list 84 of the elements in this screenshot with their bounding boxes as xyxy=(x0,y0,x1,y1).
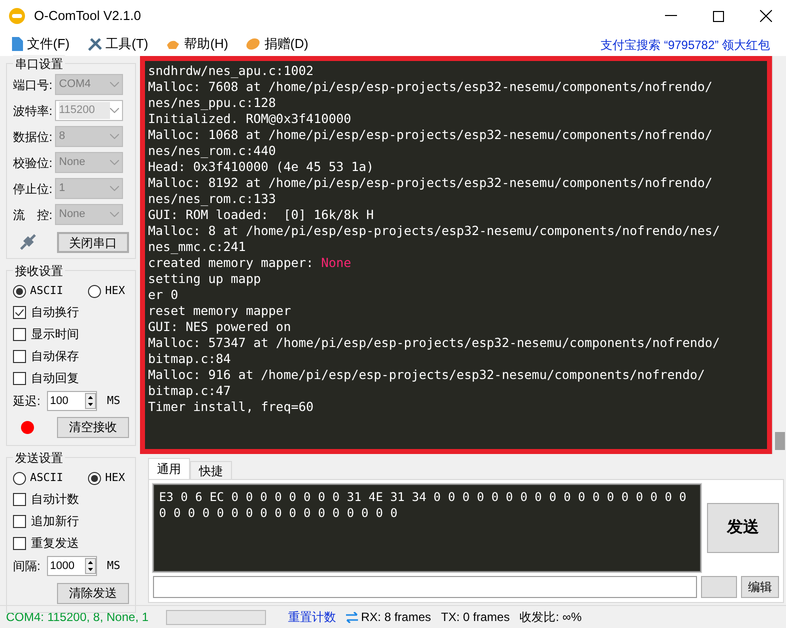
document-icon xyxy=(12,37,23,51)
ratio-text: 收发比: ∞% xyxy=(520,609,582,626)
chevron-down-icon xyxy=(110,108,119,113)
log-line: setting up mapp xyxy=(148,271,262,287)
unit-label: MS xyxy=(107,392,120,409)
log-line: Malloc: 916 at /home/pi/esp/esp-projects/esp32-nesemu/components/nofrendo/ xyxy=(148,367,706,383)
chevron-down-icon xyxy=(110,82,119,87)
maximize-icon[interactable] xyxy=(713,10,724,22)
checkbox[interactable]: 自动计数 xyxy=(13,488,129,510)
field-label: 停止位: xyxy=(13,180,54,198)
send-button[interactable]: 发送 xyxy=(707,503,779,553)
log-line: bitmap.c:84 xyxy=(148,351,232,367)
chevron-down-icon xyxy=(110,160,119,165)
tab[interactable]: 快捷 xyxy=(190,461,232,479)
port-status: COM4: 115200, 8, None, 1 xyxy=(6,609,150,626)
chevron-down-icon xyxy=(110,134,119,139)
field-label: 波特率: xyxy=(13,102,54,120)
log-line: Malloc: 7608 at /home/pi/esp/esp-projects/esp32-nesemu/components/nofrendo/ xyxy=(148,79,714,95)
field-label: 端口号: xyxy=(13,76,54,94)
chevron-down-icon xyxy=(110,186,119,191)
menu-item[interactable]: 帮助(H) xyxy=(166,34,228,54)
log-line: Malloc: 1068 at /home/pi/esp/esp-projects/esp32-nesemu/components/nofrendo/ xyxy=(148,127,714,143)
field-label: 间隔: xyxy=(13,558,42,575)
field-label: 数据位: xyxy=(13,128,54,146)
clear-receive-button[interactable]: 清空接收 xyxy=(57,416,129,438)
rx-count: RX: 8 frames xyxy=(361,609,432,626)
log-line: nes/nes_rom.c:440 xyxy=(148,143,277,159)
window-title: O-ComTool V2.1.0 xyxy=(34,7,141,26)
edit-button[interactable]: 编辑 xyxy=(741,576,779,598)
menu-item[interactable]: 捐赠(D) xyxy=(246,34,308,54)
spin-box[interactable]: 1000 xyxy=(47,556,97,576)
tab[interactable]: 通用 xyxy=(148,458,190,479)
log-line: Timer install, freq=60 xyxy=(148,399,315,415)
log-line: Head: 0x3f410000 (4e 45 53 1a) xyxy=(148,159,375,175)
close-port-button[interactable]: 关闭串口 xyxy=(57,232,129,252)
menu-item[interactable]: 工具(T) xyxy=(88,34,148,54)
unit-label: MS xyxy=(107,558,120,574)
swap-arrows-icon xyxy=(346,612,358,622)
promo-link[interactable]: 支付宝搜索 “9795782” 领大红包 xyxy=(600,36,774,56)
coin-icon xyxy=(246,37,260,51)
tx-count: TX: 0 frames xyxy=(441,609,510,626)
minimize-icon[interactable] xyxy=(665,15,677,17)
spin-box[interactable]: 100 xyxy=(47,391,97,411)
checkbox[interactable]: 自动换行 xyxy=(13,301,129,323)
field-label: 延迟: xyxy=(13,393,42,410)
app-logo-icon xyxy=(8,7,26,25)
log-line: nes_mmc.c:241 xyxy=(148,239,247,255)
log-line: reset memory mapper xyxy=(148,303,292,319)
checkbox[interactable]: 追加新行 xyxy=(13,510,129,532)
radio-button[interactable]: ASCII xyxy=(13,282,64,300)
checkbox[interactable]: 自动回复 xyxy=(13,367,129,389)
close-icon[interactable] xyxy=(760,10,772,22)
field-label: 流 控: xyxy=(13,206,54,224)
checkbox[interactable]: 重复发送 xyxy=(13,532,129,554)
chevron-down-icon xyxy=(110,212,119,217)
log-line: Initialized. ROM@0x3f410000 xyxy=(148,111,352,127)
log-line: bitmap.c:47 xyxy=(148,383,232,399)
menu-item[interactable]: 文件(F) xyxy=(12,34,70,54)
log-line: created memory mapper: None xyxy=(148,255,352,271)
send-data-field[interactable]: E3 0 6 EC 0 0 0 0 0 0 0 0 31 4E 31 34 0 0 0 0 0 0 0 0 0 0 0 0 0 0 0 0 0 0 0 0 0 0 0 0 0 0 0 0 0 0 0 0 0 0 0 xyxy=(153,484,701,572)
log-line: sndhrdw/nes_apu.c:1002 xyxy=(148,63,315,79)
check-icon xyxy=(15,308,24,316)
radio-button[interactable]: HEX xyxy=(88,470,125,486)
plug-icon xyxy=(19,233,37,251)
field-label: 校验位: xyxy=(13,154,54,172)
log-line: Malloc: 8192 at /home/pi/esp/esp-projects/esp32-nesemu/components/nofrendo/ xyxy=(148,175,714,191)
spin-arrows-icon[interactable] xyxy=(85,558,96,574)
log-line: GUI: ROM loaded: [0] 16k/8k H xyxy=(148,207,375,223)
log-line: Malloc: 57347 at /home/pi/esp/esp-projects/esp32-nesemu/components/nofrendo/ xyxy=(148,335,721,351)
radio-button[interactable]: ASCII xyxy=(13,470,64,486)
radio-button[interactable]: HEX xyxy=(88,282,125,300)
checkbox[interactable]: 自动保存 xyxy=(13,345,129,367)
input-field[interactable] xyxy=(153,576,697,598)
log-line: nes/nes_rom.c:133 xyxy=(148,191,277,207)
scrollbar[interactable] xyxy=(772,56,786,454)
log-line: Malloc: 8 at /home/pi/esp/esp-projects/esp32-nesemu/components/nofrendo/nes/ xyxy=(148,223,721,239)
log-line: GUI: NES powered on xyxy=(148,319,292,335)
checkbox[interactable]: 显示时间 xyxy=(13,323,129,345)
log-line: nes/nes_ppu.c:128 xyxy=(148,95,277,111)
spin-arrows-icon[interactable] xyxy=(85,393,96,409)
group-title: 接收设置 xyxy=(13,262,65,280)
log-line: er 0 xyxy=(148,287,180,303)
clear-send-button[interactable]: 清除发送 xyxy=(57,582,129,604)
reset-count-link[interactable]: 重置计数 xyxy=(288,608,336,626)
